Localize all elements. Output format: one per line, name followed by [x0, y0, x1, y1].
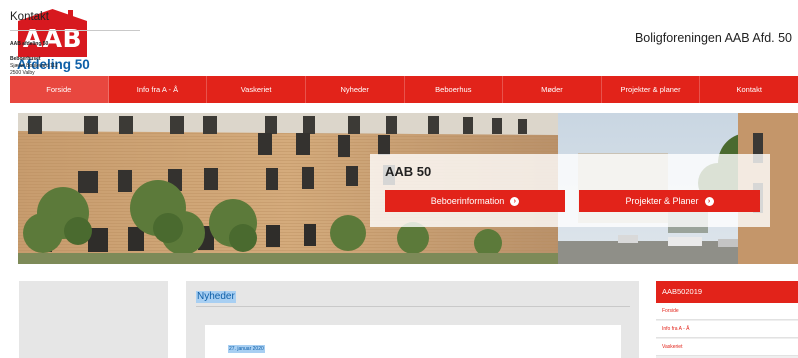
nav-item-forside[interactable]: Forside: [10, 76, 109, 103]
contact-place: Beboerhuset: [10, 56, 41, 62]
nav-item-info[interactable]: Info fra A - Å: [109, 76, 208, 103]
contact-address: Sjælør Boulevard 111: [10, 63, 58, 69]
nav-item-nyheder[interactable]: Nyheder: [306, 76, 405, 103]
beboerinformation-button[interactable]: Beboerinformation ›: [385, 190, 565, 212]
logo-text: AAB: [18, 21, 87, 57]
sidebar-item-vaskeriet[interactable]: Vaskeriet: [656, 339, 798, 356]
contact-divider: [10, 30, 140, 31]
nav-item-moder[interactable]: Møder: [503, 76, 602, 103]
beboerinformation-label: Beboerinformation: [430, 196, 505, 206]
nav-item-vaskeriet[interactable]: Vaskeriet: [207, 76, 306, 103]
news-card: [205, 325, 621, 358]
news-date: 27. januar 2020: [228, 345, 265, 353]
circle-chevron-right-icon: ›: [704, 196, 714, 206]
projekter-planer-button[interactable]: Projekter & Planer ›: [579, 190, 760, 212]
contact-box: [19, 281, 168, 358]
nav-item-beboerhus[interactable]: Beboerhus: [405, 76, 504, 103]
sidebar-header: AAB502019: [656, 281, 798, 303]
circle-chevron-right-icon: ›: [510, 196, 520, 206]
contact-title: Kontakt: [10, 11, 49, 23]
site-header: AAB Afdeling 50 Boligforeningen AAB Afd.…: [0, 0, 798, 76]
hero-title: AAB 50: [385, 164, 432, 179]
site-title: Boligforeningen AAB Afd. 50: [634, 31, 792, 45]
contact-org: AAB afdeling 50: [10, 41, 49, 47]
main-nav: Forside Info fra A - Å Vaskeriet Nyheder…: [10, 76, 798, 103]
nav-item-kontakt[interactable]: Kontakt: [700, 76, 798, 103]
news-heading[interactable]: Nyheder: [196, 291, 236, 303]
nav-item-projekter[interactable]: Projekter & planer: [602, 76, 701, 103]
news-divider: [196, 306, 630, 307]
contact-city: 2500 Valby: [10, 70, 35, 76]
sidebar-item-forside[interactable]: Forside: [656, 303, 798, 320]
sidebar-item-info[interactable]: Info fra A - Å: [656, 321, 798, 338]
projekter-planer-label: Projekter & Planer: [625, 196, 699, 206]
